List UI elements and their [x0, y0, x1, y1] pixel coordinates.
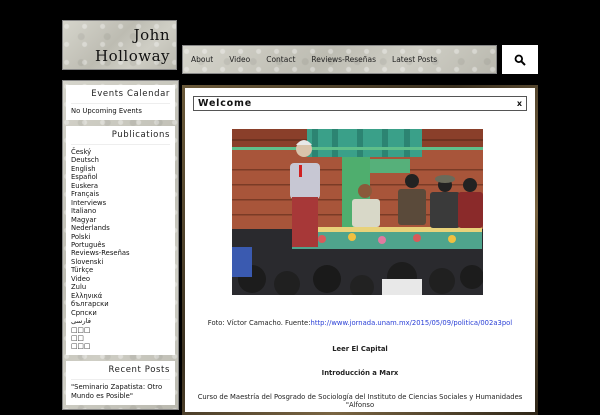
welcome-header: Welcome x: [193, 96, 527, 111]
site-title[interactable]: John Holloway: [62, 20, 177, 70]
publication-link[interactable]: Italiano: [71, 207, 170, 215]
recent-posts-widget: Recent Posts "Seminario Zapatista: Otro …: [66, 360, 175, 405]
main-navigation: About Video Contact Reviews-Reseñas Late…: [182, 45, 497, 74]
publication-link[interactable]: Video: [71, 275, 170, 283]
publication-link[interactable]: Reviews-Reseñas: [71, 249, 170, 257]
publication-link[interactable]: □□□: [71, 342, 170, 350]
publication-link[interactable]: Français: [71, 190, 170, 198]
nav-item-latest-posts[interactable]: Latest Posts: [392, 55, 437, 64]
publication-link[interactable]: Español: [71, 173, 170, 181]
publication-link[interactable]: Deutsch: [71, 156, 170, 164]
publication-link[interactable]: Magyar: [71, 216, 170, 224]
publication-link[interactable]: български: [71, 300, 170, 308]
site-title-line1: John: [133, 26, 170, 44]
publication-link[interactable]: فارسی: [71, 317, 170, 325]
publication-link[interactable]: Ελληνικά: [71, 292, 170, 300]
site-title-line2: Holloway: [95, 47, 170, 65]
publications-title: Publications: [71, 130, 170, 145]
search-icon: [514, 54, 526, 66]
publication-link[interactable]: Slovenski: [71, 258, 170, 266]
publications-list: Český Deutsch English Español Euskera Fr…: [71, 148, 170, 351]
publication-link[interactable]: □□: [71, 334, 170, 342]
featured-photo: [232, 129, 483, 295]
events-calendar-widget: Events Calendar No Upcoming Events: [66, 85, 175, 120]
publication-link[interactable]: Português: [71, 241, 170, 249]
publication-link[interactable]: Polski: [71, 233, 170, 241]
nav-item-about[interactable]: About: [191, 55, 213, 64]
publication-link[interactable]: Türkçe: [71, 266, 170, 274]
recent-posts-title: Recent Posts: [71, 365, 170, 380]
course-description: Curso de Maestría del Posgrado de Sociol…: [197, 393, 523, 409]
photo-source-link[interactable]: http://www.jornada.unam.mx/2015/05/09/po…: [311, 319, 513, 327]
main-content-frame: Welcome x Foto: Víctor Camacho. Fuente:h…: [182, 85, 538, 415]
photo-caption-text: Foto: Víctor Camacho. Fuente:: [207, 319, 311, 327]
events-calendar-text: No Upcoming Events: [71, 107, 142, 115]
photo-caption: Foto: Víctor Camacho. Fuente:http://www.…: [185, 319, 535, 327]
nav-item-video[interactable]: Video: [229, 55, 250, 64]
publication-link[interactable]: Český: [71, 148, 170, 156]
publication-link[interactable]: Interviews: [71, 199, 170, 207]
publication-link[interactable]: English: [71, 165, 170, 173]
featured-photo-image: [232, 129, 483, 295]
sidebar: Events Calendar No Upcoming Events Publi…: [62, 80, 179, 410]
events-calendar-title: Events Calendar: [71, 89, 170, 104]
nav-item-contact[interactable]: Contact: [266, 55, 295, 64]
main-content: Welcome x Foto: Víctor Camacho. Fuente:h…: [185, 88, 535, 412]
close-button[interactable]: x: [517, 99, 522, 108]
publication-link[interactable]: Euskera: [71, 182, 170, 190]
intro-marx-heading: Introducción a Marx: [321, 369, 399, 377]
recent-post-link[interactable]: "Seminario Zapatista: Otro Mundo es Posi…: [71, 383, 170, 401]
publication-link[interactable]: Српски: [71, 309, 170, 317]
publication-link[interactable]: Nederlands: [71, 224, 170, 232]
nav-item-reviews[interactable]: Reviews-Reseñas: [311, 55, 376, 64]
publication-link[interactable]: □□□: [71, 326, 170, 334]
welcome-title: Welcome: [198, 98, 252, 109]
read-capital-heading: Leer El Capital: [332, 345, 388, 353]
publications-widget: Publications Český Deutsch English Españ…: [66, 126, 175, 355]
publication-link[interactable]: Zulu: [71, 283, 170, 291]
search-button[interactable]: [502, 45, 538, 74]
